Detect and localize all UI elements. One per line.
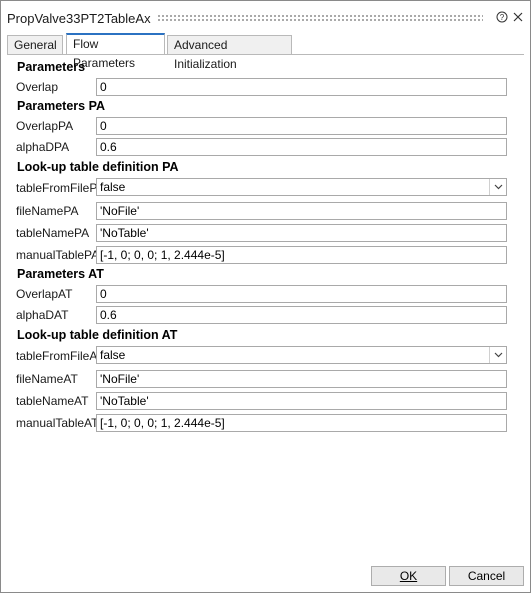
- manualtablepa-field[interactable]: [96, 246, 507, 264]
- overlap-label: Overlap: [16, 80, 59, 94]
- section-parameters-pa: Parameters PA: [17, 99, 106, 113]
- tablenamepa-field[interactable]: [96, 224, 507, 242]
- tablefromfilepa-select[interactable]: false: [96, 178, 507, 196]
- drag-grip[interactable]: [157, 14, 483, 22]
- overlappa-field[interactable]: [96, 117, 507, 135]
- title-bar[interactable]: PropValve33PT2TableAx ?: [1, 1, 530, 31]
- tablefromfileat-select[interactable]: false: [96, 346, 507, 364]
- cancel-button-label: Cancel: [467, 569, 506, 583]
- section-parameters-at: Parameters AT: [17, 267, 104, 281]
- tablefromfilepa-value: false: [100, 180, 126, 194]
- cancel-button[interactable]: Cancel: [449, 566, 524, 586]
- tab-divider: [7, 54, 524, 55]
- tablenamepa-label: tableNamePA: [16, 226, 90, 240]
- chevron-down-icon[interactable]: [489, 347, 506, 363]
- tab-advanced-initialization[interactable]: Advanced Initialization: [167, 35, 292, 71]
- overlapat-label: OverlapAT: [16, 287, 73, 301]
- alphadpa-label: alphaDPA: [16, 140, 70, 154]
- filenamepa-field[interactable]: [96, 202, 507, 220]
- alphadat-field[interactable]: [96, 306, 507, 324]
- manualtablepa-label: manualTablePA: [16, 248, 100, 262]
- tablefromfileat-label: tableFromFileAT: [16, 349, 104, 363]
- alphadat-label: alphaDAT: [16, 308, 69, 322]
- window-title: PropValve33PT2TableAx: [7, 11, 151, 26]
- svg-text:?: ?: [500, 13, 505, 22]
- tab-flow-parameters[interactable]: Flow Parameters: [66, 33, 165, 70]
- filenameat-label: fileNameAT: [16, 372, 78, 386]
- chevron-down-icon[interactable]: [489, 179, 506, 195]
- tablefromfilepa-label: tableFromFilePA: [16, 181, 105, 195]
- tablefromfileat-value: false: [100, 348, 126, 362]
- tab-general[interactable]: General: [7, 35, 63, 54]
- close-icon[interactable]: [511, 10, 525, 24]
- tablenameat-label: tableNameAT: [16, 394, 89, 408]
- section-lookup-pa: Look-up table definition PA: [17, 160, 179, 174]
- overlapat-field[interactable]: [96, 285, 507, 303]
- ok-button[interactable]: OK: [371, 566, 446, 586]
- filenameat-field[interactable]: [96, 370, 507, 388]
- manualtableat-label: manualTableAT: [16, 416, 99, 430]
- section-lookup-at: Look-up table definition AT: [17, 328, 178, 342]
- overlap-field[interactable]: [96, 78, 507, 96]
- alphadpa-field[interactable]: [96, 138, 507, 156]
- dialog-window: PropValve33PT2TableAx ? General Flow Par…: [0, 0, 531, 593]
- ok-button-label: OK: [399, 569, 418, 583]
- help-icon[interactable]: ?: [495, 10, 509, 24]
- section-parameters: Parameters: [17, 60, 86, 74]
- tab-general-label: General: [14, 38, 57, 52]
- tablenameat-field[interactable]: [96, 392, 507, 410]
- tab-bar: General Flow Parameters Advanced Initial…: [7, 33, 524, 71]
- manualtableat-field[interactable]: [96, 414, 507, 432]
- filenamepa-label: fileNamePA: [16, 204, 79, 218]
- overlappa-label: OverlapPA: [16, 119, 74, 133]
